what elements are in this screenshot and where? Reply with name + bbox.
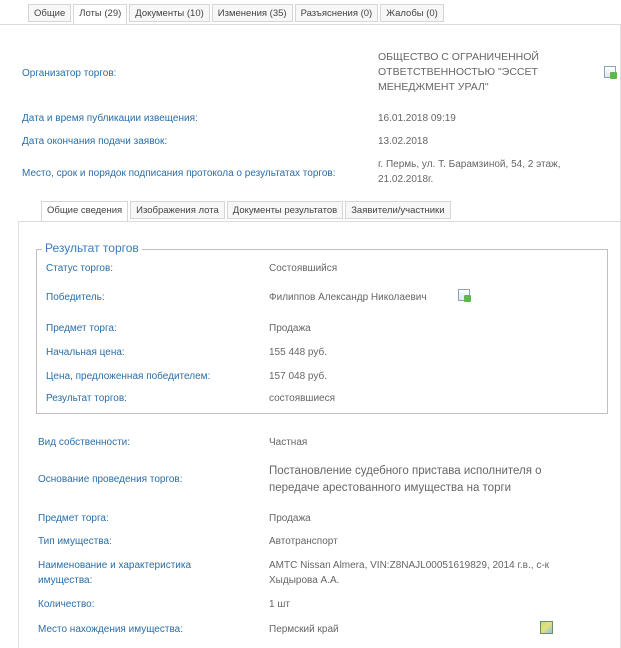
- property-name-value-line-1: АМТС Nissan Almera, VIN:Z8NAJL0005161982…: [269, 560, 550, 571]
- property-name-label: Наименование и характеристика имущества:: [38, 558, 191, 588]
- property-name-value: АМТС Nissan Almera, VIN:Z8NAJL0005161982…: [269, 558, 549, 588]
- organizer-value-line-3: МЕНЕДЖМЕНТ УРАЛ": [378, 81, 489, 93]
- organizer-value[interactable]: ОБЩЕСТВО С ОГРАНИЧЕННОЙ ОТВЕТСТВЕННОСТЬЮ…: [378, 50, 539, 95]
- outer-tabs: Общие Лоты (29) Документы (10) Изменения…: [28, 4, 446, 25]
- result-subject-value: Продажа: [269, 323, 311, 334]
- property-name-label-line-1: Наименование и характеристика: [38, 560, 192, 571]
- result-legend: Результат торгов: [42, 240, 142, 256]
- property-type-label: Тип имущества:: [38, 536, 112, 547]
- result-winner-price-value: 157 048 руб.: [269, 371, 327, 382]
- winner-card-icon[interactable]: [458, 289, 471, 302]
- basis-value-line-2: передаче арестованного имущества на торг…: [269, 482, 512, 494]
- tab-result-documents[interactable]: Документы результатов: [226, 201, 344, 219]
- publication-value: 16.01.2018 09:19: [378, 113, 456, 124]
- result-outcome-label: Результат торгов:: [46, 393, 127, 404]
- property-type-value: Автотранспорт: [269, 536, 338, 547]
- result-outcome-value: состоявшиеся: [269, 393, 336, 404]
- result-start-price-label: Начальная цена:: [46, 347, 125, 358]
- subject-label: Предмет торга:: [38, 513, 109, 524]
- inner-panel-left-border: [18, 221, 19, 648]
- result-winner-value: Филиппов Александр Николаевич: [269, 292, 427, 303]
- protocol-value-line-2: 21.02.2018г.: [378, 174, 434, 185]
- protocol-value: г. Пермь, ул. Т. Барамзиной, 54, 2 этаж,…: [378, 157, 560, 187]
- organizer-value-line-2: ОТВЕТСТВЕННОСТЬЮ "ЭССЕТ: [378, 66, 538, 78]
- tab-general[interactable]: Общие: [28, 4, 72, 22]
- basis-label: Основание проведения торгов:: [38, 474, 183, 485]
- protocol-value-line-1: г. Пермь, ул. Т. Барамзиной, 54, 2 этаж,: [378, 159, 561, 170]
- tab-applicants[interactable]: Заявители/участники: [345, 201, 451, 219]
- organizer-card-icon[interactable]: [604, 66, 617, 79]
- inner-tabs-border: [18, 221, 621, 222]
- organizer-value-line-1: ОБЩЕСТВО С ОГРАНИЧЕННОЙ: [378, 51, 539, 63]
- publication-label: Дата и время публикации извещения:: [22, 113, 198, 124]
- outer-tabs-border: [0, 24, 621, 25]
- tab-changes[interactable]: Изменения (35): [211, 4, 293, 22]
- subject-value: Продажа: [269, 513, 311, 524]
- deadline-label: Дата окончания подачи заявок:: [22, 136, 168, 147]
- basis-value: Постановление судебного пристава исполни…: [269, 463, 542, 497]
- tab-complaints[interactable]: Жалобы (0): [380, 4, 444, 22]
- tab-lots[interactable]: Лоты (29): [73, 4, 128, 25]
- inner-tabs: Общие сведения Изображения лота Документ…: [41, 201, 453, 222]
- result-status-value: Состоявшийся: [269, 263, 338, 274]
- map-icon[interactable]: [540, 621, 553, 634]
- tab-lot-images[interactable]: Изображения лота: [130, 201, 225, 219]
- organizer-label: Организатор торгов:: [22, 68, 117, 79]
- result-winner-price-label: Цена, предложенная победителем:: [46, 371, 211, 382]
- property-name-label-line-2: имущества:: [38, 575, 93, 586]
- result-start-price-value: 155 448 руб.: [269, 347, 327, 358]
- protocol-label: Место, срок и порядок подписания протоко…: [22, 168, 336, 179]
- property-name-value-line-2: Хыдырова А.А.: [269, 575, 340, 586]
- result-winner-label: Победитель:: [46, 292, 105, 303]
- result-subject-label: Предмет торга:: [46, 323, 117, 334]
- tab-clarifications[interactable]: Разъяснения (0): [294, 4, 379, 22]
- ownership-label: Вид собственности:: [38, 437, 131, 448]
- location-label: Место нахождения имущества:: [38, 624, 183, 635]
- ownership-value: Частная: [269, 437, 308, 448]
- quantity-value: 1 шт: [269, 599, 290, 610]
- location-value: Пермский край: [269, 624, 339, 635]
- basis-value-line-1: Постановление судебного пристава исполни…: [269, 465, 542, 477]
- quantity-label: Количество:: [38, 599, 95, 610]
- tab-documents[interactable]: Документы (10): [129, 4, 210, 22]
- tab-general-info[interactable]: Общие сведения: [41, 201, 129, 222]
- result-status-label: Статус торгов:: [46, 263, 114, 274]
- deadline-value: 13.02.2018: [378, 136, 429, 147]
